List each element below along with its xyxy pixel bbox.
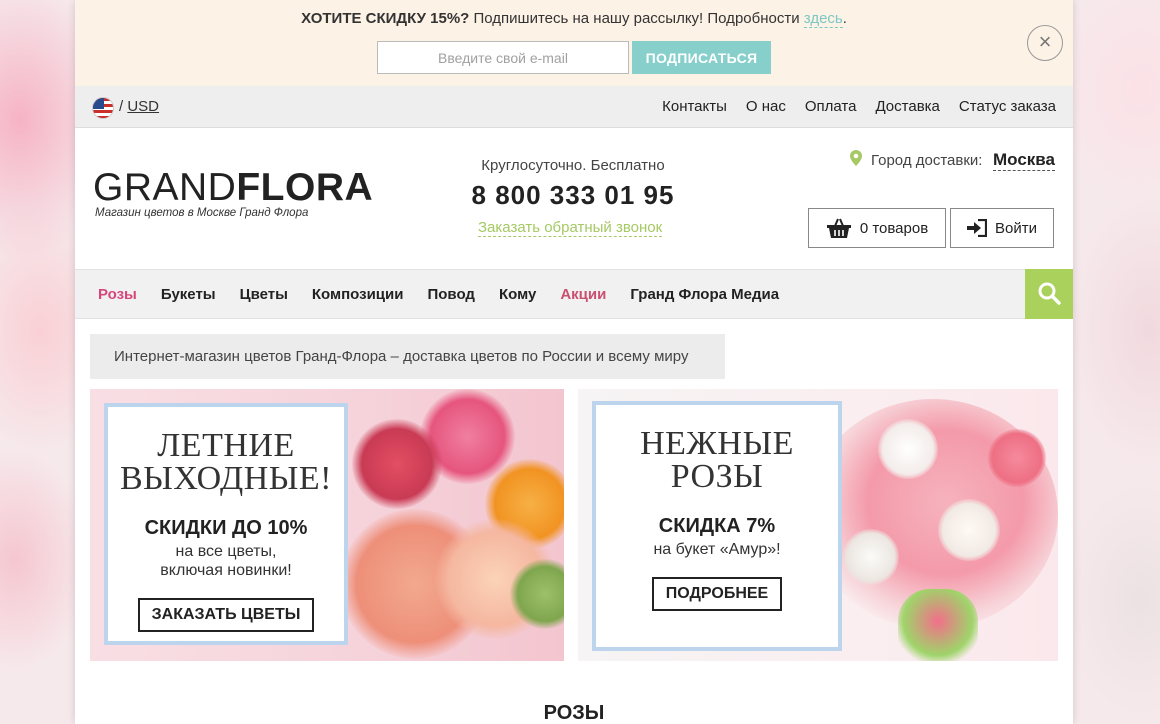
page: ХОТИТЕ СКИДКУ 15%? Подпишитесь на нашу р…	[75, 0, 1073, 724]
top-bar: / USD Контакты О нас Оплата Доставка Ста…	[75, 86, 1073, 128]
banner-description: на букет «Амур»!	[653, 541, 781, 558]
delivery-city-selector[interactable]: Москва	[993, 150, 1055, 171]
more-details-button[interactable]: ПОДРОБНЕЕ	[651, 577, 783, 611]
rose-image	[988, 429, 1046, 487]
promo-text: ХОТИТЕ СКИДКУ 15%? Подпишитесь на нашу р…	[75, 10, 1073, 28]
email-input[interactable]	[377, 41, 629, 74]
banner-title-line: НЕЖНЫЕ	[640, 425, 794, 462]
phone-number[interactable]: 8 800 333 01 95	[455, 180, 691, 211]
banner-title-line: ЛЕТНИЕ	[157, 427, 295, 464]
nav-item-compositions[interactable]: Композиции	[312, 286, 404, 303]
promo-banner-roses[interactable]: НЕЖНЫЕ РОЗЫ СКИДКА 7% на букет «Амур»! П…	[578, 389, 1058, 661]
top-link-about[interactable]: О нас	[746, 98, 786, 115]
rose-image	[843, 529, 899, 585]
cart-button[interactable]: 0 товаров	[808, 208, 946, 248]
nav-item-roses[interactable]: Розы	[98, 286, 137, 303]
close-icon[interactable]: ×	[1027, 25, 1063, 61]
rose-image	[938, 499, 1000, 561]
currency-label[interactable]: USD	[127, 98, 159, 115]
logo[interactable]: GRANDFLORA	[93, 168, 373, 207]
callback-link[interactable]: Заказать обратный звонок	[478, 219, 663, 237]
subscribe-button[interactable]: ПОДПИСАТЬСЯ	[632, 41, 771, 74]
rose-image	[878, 419, 938, 479]
logo-flora: FLORA	[236, 166, 374, 209]
breadcrumb: Интернет-магазин цветов Гранд-Флора – до…	[90, 334, 725, 379]
top-links: Контакты О нас Оплата Доставка Статус за…	[662, 98, 1056, 115]
logo-grand: GRAND	[93, 166, 237, 209]
section-title-roses: РОЗЫ	[543, 702, 605, 724]
order-flowers-button[interactable]: ЗАКАЗАТЬ ЦВЕТЫ	[137, 598, 315, 632]
search-icon	[1038, 282, 1061, 305]
search-button[interactable]	[1025, 269, 1073, 319]
currency-separator: /	[119, 98, 124, 115]
banner-subtitle: СКИДКИ ДО 10%	[144, 517, 308, 539]
promo-banner-summer[interactable]: ЛЕТНИЕ ВЫХОДНЫЕ! СКИДКИ ДО 10% на все цв…	[90, 389, 564, 661]
promo-message: Подпишитесь на нашу рассылку! Подробност…	[473, 10, 800, 27]
nav-item-flowers[interactable]: Цветы	[240, 286, 288, 303]
login-icon	[967, 219, 987, 237]
promo-bar: ХОТИТЕ СКИДКУ 15%? Подпишитесь на нашу р…	[75, 0, 1073, 86]
main-nav: Розы Букеты Цветы Композиции Повод Кому …	[75, 269, 1073, 319]
nav-item-media[interactable]: Гранд Флора Медиа	[630, 286, 779, 303]
banner-title: НЕЖНЫЕ РОЗЫ	[596, 425, 838, 495]
hours-text: Круглосуточно. Бесплатно	[481, 157, 665, 174]
top-link-contacts[interactable]: Контакты	[662, 98, 727, 115]
top-link-delivery[interactable]: Доставка	[875, 98, 939, 115]
banner-subtitle: СКИДКА 7%	[658, 515, 776, 537]
promo-lead: ХОТИТЕ СКИДКУ 15%?	[301, 10, 470, 27]
basket-icon	[826, 218, 851, 238]
banner-description: на все цветы, включая новинки!	[108, 542, 344, 580]
ribbon-image	[898, 589, 978, 661]
us-flag-icon[interactable]	[92, 97, 114, 119]
banner-title-line: РОЗЫ	[670, 458, 764, 495]
login-label: Войти	[995, 219, 1037, 237]
delivery-city-label: Город доставки:	[871, 152, 983, 169]
nav-item-occasion[interactable]: Повод	[427, 286, 474, 303]
promo-details-link[interactable]: здесь	[803, 10, 843, 28]
location-pin-icon	[850, 150, 862, 166]
logo-tagline: Магазин цветов в Москве Гранд Флора	[95, 207, 309, 219]
banner-title-line: ВЫХОДНЫЕ!	[119, 460, 332, 497]
currency-selector[interactable]: / USD	[119, 98, 159, 115]
top-link-order-status[interactable]: Статус заказа	[959, 98, 1056, 115]
nav-item-bouquets[interactable]: Букеты	[161, 286, 216, 303]
flower-image	[352, 419, 442, 509]
banner-desc-line: на все цветы,	[175, 543, 277, 560]
nav-item-sales[interactable]: Акции	[560, 286, 606, 303]
nav-items: Розы Букеты Цветы Композиции Повод Кому …	[98, 286, 803, 303]
promo-dot: .	[842, 10, 847, 27]
top-link-payment[interactable]: Оплата	[805, 98, 857, 115]
banner-card: НЕЖНЫЕ РОЗЫ СКИДКА 7% на букет «Амур»! П…	[592, 401, 842, 651]
banner-card: ЛЕТНИЕ ВЫХОДНЫЕ! СКИДКИ ДО 10% на все цв…	[104, 403, 348, 645]
login-button[interactable]: Войти	[950, 208, 1054, 248]
banner-desc-line: включая новинки!	[160, 562, 292, 579]
cart-label: 0 товаров	[859, 219, 929, 237]
nav-item-recipient[interactable]: Кому	[499, 286, 536, 303]
banner-title: ЛЕТНИЕ ВЫХОДНЫЕ!	[108, 427, 344, 497]
